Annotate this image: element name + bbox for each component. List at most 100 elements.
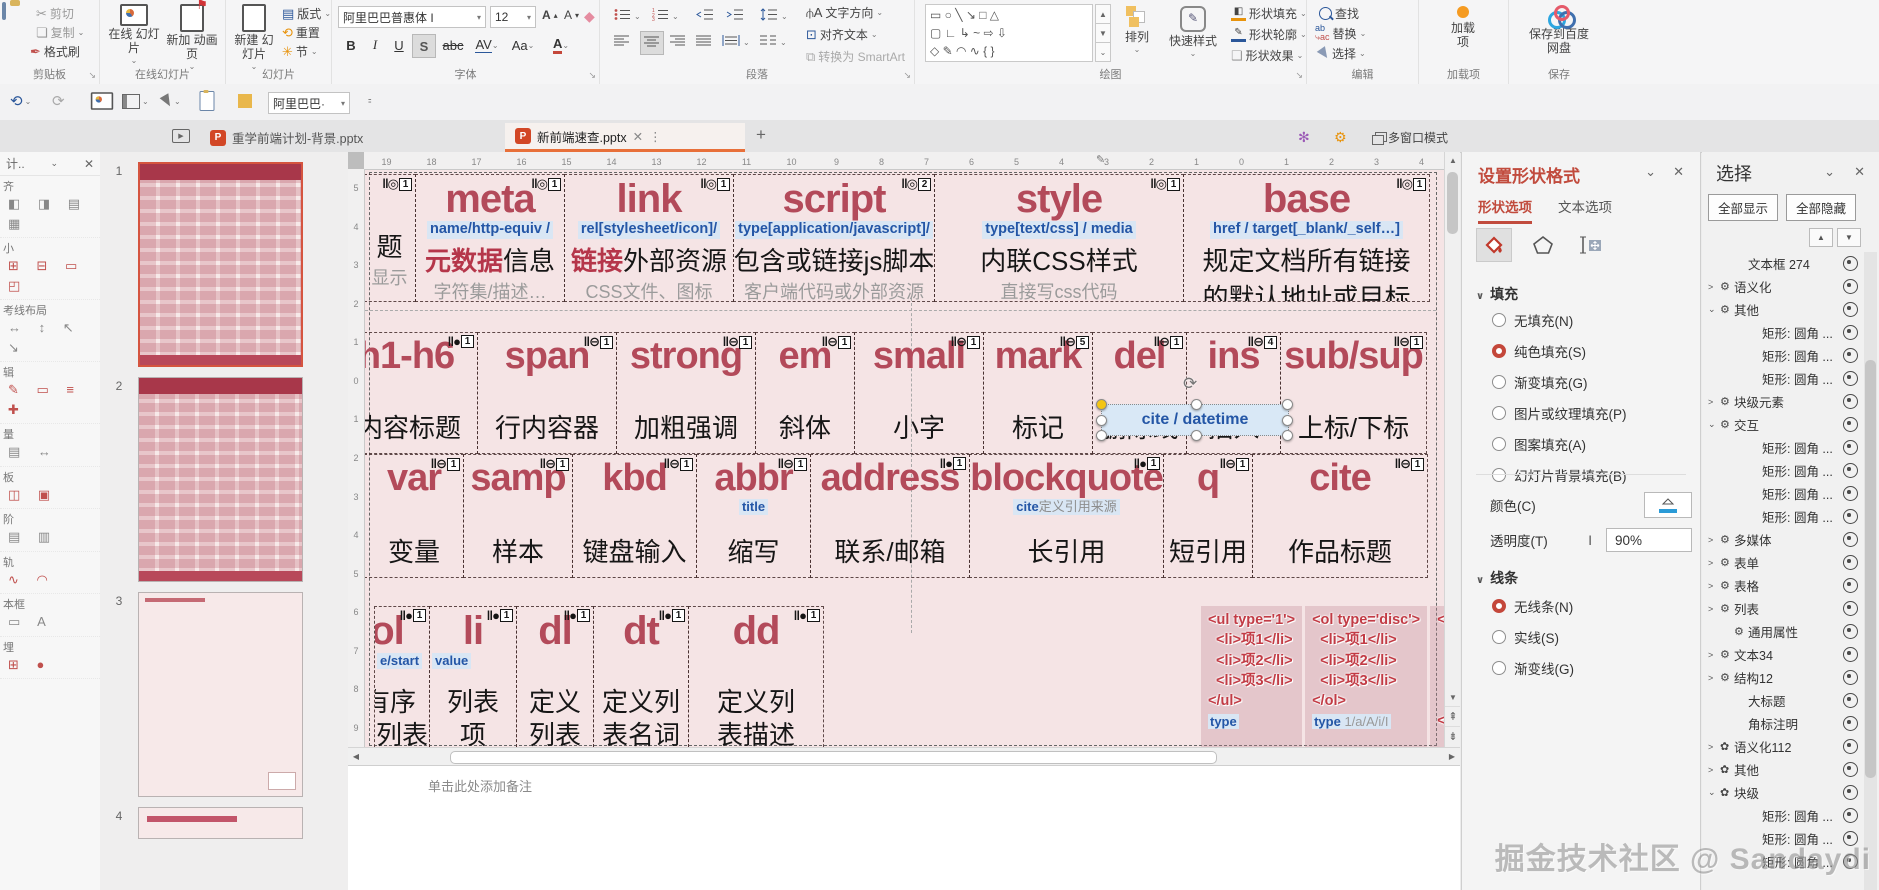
format-panel-tab[interactable]: 文本选项 [1558, 196, 1612, 224]
selection-item[interactable]: 矩形: 圆角 ... [1702, 505, 1862, 528]
line-option-radio[interactable]: 无线条(N) [1492, 596, 1574, 616]
selection-handle[interactable] [1282, 430, 1293, 441]
visibility-eye-icon[interactable] [1843, 509, 1858, 524]
copy-button[interactable]: ❏ 复制 ⌄ [36, 24, 84, 41]
dialog-launcher-icon[interactable]: ↘ [588, 70, 596, 81]
vertical-scroll-thumb[interactable] [1447, 172, 1458, 234]
visibility-eye-icon[interactable] [1843, 693, 1858, 708]
rotate-handle-icon[interactable]: ⟳ [1183, 374, 1197, 394]
distribute-text-button[interactable]: ⌄ [722, 34, 750, 50]
tag-card[interactable]: ‖● 1 blockquote cite定义引用来源 长引用 [969, 454, 1164, 578]
tag-card[interactable]: ‖◎1 meta name/http-equiv / content /char… [415, 174, 565, 302]
fill-option-radio[interactable]: 图案填充(A) [1492, 434, 1627, 454]
tag-card[interactable]: ‖⊖ 1 span 行内容器 [477, 332, 617, 454]
adjust-handle[interactable] [1096, 399, 1107, 410]
expander-icon[interactable]: > [1708, 765, 1720, 775]
shape-outline-button[interactable]: ✎ 形状轮廓 ⌄ [1231, 26, 1307, 43]
shape-pentagon-icon[interactable] [1526, 229, 1560, 261]
plugin-group-icons[interactable]: ◫ ▣ [2, 485, 98, 505]
paste-mini-button[interactable] [199, 90, 215, 112]
close-icon[interactable]: ✕ [1673, 164, 1684, 180]
expander-icon[interactable]: > [1708, 581, 1720, 591]
reset-button[interactable]: ⟲ 重置 [282, 24, 320, 41]
shadow-button[interactable]: S [412, 34, 436, 58]
new-tab-button[interactable]: + [756, 124, 766, 146]
magic-wand-button[interactable]: ✻ [1298, 126, 1310, 148]
layout-button[interactable]: ▤ 版式 ⌄ [282, 5, 331, 22]
slideshow-button[interactable] [88, 90, 116, 112]
selection-scrollbar[interactable] [1864, 252, 1877, 890]
line-option-radio[interactable]: 实线(S) [1492, 627, 1574, 647]
selection-item[interactable]: > ⚙ 结构12 [1702, 666, 1862, 689]
format-panel-tab[interactable]: 形状选项 [1478, 196, 1532, 224]
font-color-button[interactable]: A ⌄ [546, 34, 576, 56]
slide-thumbnail[interactable] [138, 162, 303, 367]
undo-button[interactable]: ⟲ ⌄ [10, 90, 31, 112]
selection-item[interactable]: > ⚙ 表格 [1702, 574, 1862, 597]
start-slideshow-button[interactable]: ▶ [172, 125, 190, 147]
scroll-down-arrow[interactable]: ▼ [1445, 689, 1460, 705]
numbered-list-button[interactable]: 1 2 3 ⌄ [652, 8, 679, 24]
selection-item[interactable]: > ✿ 语义化112 [1702, 735, 1862, 758]
code-sample-panel[interactable]: <dl> <dt>名称1</dt> <dd>描述</dd> <dt>名称2</d… [1430, 606, 1444, 748]
selection-item[interactable]: > ⚙ 表单 [1702, 551, 1862, 574]
section-button[interactable]: ✳ 节 ⌄ [282, 43, 318, 60]
select-button[interactable]: 选择 ⌄ [1316, 45, 1366, 62]
selection-handle[interactable] [1191, 399, 1202, 410]
selection-item[interactable]: ⚙ 通用属性 [1702, 620, 1862, 643]
expander-icon[interactable]: > [1708, 650, 1720, 660]
tag-card[interactable]: ‖●1 ol e/start 有序 列表 [374, 606, 430, 748]
visibility-eye-icon[interactable] [1843, 279, 1858, 294]
visibility-eye-icon[interactable] [1843, 394, 1858, 409]
clear-format-button[interactable]: ◆ [584, 8, 595, 25]
shape-gallery-scroll[interactable]: ▲ ▼ ⌄ [1095, 4, 1111, 62]
tag-card[interactable]: ‖◎1 style type[text/css] / media scoped … [934, 174, 1184, 302]
strikethrough-button[interactable]: abc [438, 34, 468, 56]
font-family-select[interactable]: 阿里巴巴普惠体 I ▾ [338, 6, 486, 28]
gallery-more-icon[interactable]: ⌄ [1095, 43, 1111, 62]
plugin-group-icons[interactable]: ▤ ↔ [2, 442, 98, 462]
tag-card[interactable]: ‖⊖ 1 abbr title 缩写 [696, 454, 811, 578]
selection-item[interactable]: ⌄ ⚙ 其他 [1702, 298, 1862, 321]
visibility-eye-icon[interactable] [1843, 325, 1858, 340]
shape-effects-button[interactable]: ❑ 形状效果 ⌄ [1231, 47, 1303, 64]
convert-smartart-button[interactable]: ⧉ 转换为 SmartArt [806, 48, 905, 65]
tag-card[interactable]: ‖◎ 1 base href / target[_blank/_self…] 规定… [1183, 174, 1430, 302]
visibility-eye-icon[interactable] [1843, 302, 1858, 317]
format-painter-button[interactable]: ✒ 格式刷 [30, 43, 80, 60]
scroll-right-arrow[interactable]: ▶ [1444, 748, 1460, 765]
selection-item[interactable]: 矩形: 圆角 ... [1702, 482, 1862, 505]
visibility-eye-icon[interactable] [1843, 601, 1858, 616]
slide-thumbnail[interactable] [138, 377, 303, 582]
selection-scroll-thumb[interactable] [1865, 360, 1876, 778]
tag-card[interactable]: ‖⊖ 1 small 小字 [854, 332, 984, 454]
expander-icon[interactable]: ⌄ [1708, 787, 1720, 798]
notes-placeholder[interactable]: 单击此处添加备注 [428, 776, 532, 795]
visibility-eye-icon[interactable] [1843, 785, 1858, 800]
expander-icon[interactable]: > [1708, 742, 1720, 752]
visibility-eye-icon[interactable] [1843, 578, 1858, 593]
selection-item[interactable]: > ⚙ 语义化 [1702, 275, 1862, 298]
increase-indent-button[interactable] [726, 8, 744, 24]
chevron-down-icon[interactable]: ⌄ [1824, 164, 1835, 180]
tag-card[interactable]: ‖◎ 1 题 显示 [365, 174, 416, 302]
expander-icon[interactable]: ⌄ [1708, 419, 1720, 430]
change-case-button[interactable]: Aa ⌄ [508, 34, 538, 56]
visibility-eye-icon[interactable] [1843, 670, 1858, 685]
document-tab[interactable]: P 重学前端计划-背景.pptx [200, 123, 500, 152]
close-icon[interactable]: ✕ [1854, 164, 1865, 180]
tag-card[interactable]: ‖◎1 link rel[stylesheet/icon]/ href /typ… [564, 174, 734, 302]
visibility-eye-icon[interactable] [1843, 555, 1858, 570]
shape-fill-button[interactable]: ◧ 形状填充 ⌄ [1231, 5, 1307, 22]
new-slide-button[interactable]: 新建 幻灯片 ⌄ [230, 4, 278, 71]
ruler-marker-icon[interactable]: ✎ [1096, 153, 1105, 166]
selection-handle[interactable] [1191, 430, 1202, 441]
decrease-indent-button[interactable] [696, 8, 714, 24]
selection-item[interactable]: > ⚙ 列表 [1702, 597, 1862, 620]
horizontal-scrollbar[interactable]: ◀ ▶ [348, 747, 1460, 765]
code-sample-panel[interactable]: <ol type='disc'> <li>项1</li> <li>项2</li>… [1305, 606, 1428, 748]
chevron-down-icon[interactable]: ⌄ [1645, 164, 1656, 180]
hide-all-button[interactable]: 全部隐藏 [1786, 194, 1857, 221]
tag-card[interactable]: ‖● 1 dd 定义列 表描述 [688, 606, 824, 748]
align-text-button[interactable]: ⊡ 对齐文本 ⌄ [806, 26, 878, 43]
